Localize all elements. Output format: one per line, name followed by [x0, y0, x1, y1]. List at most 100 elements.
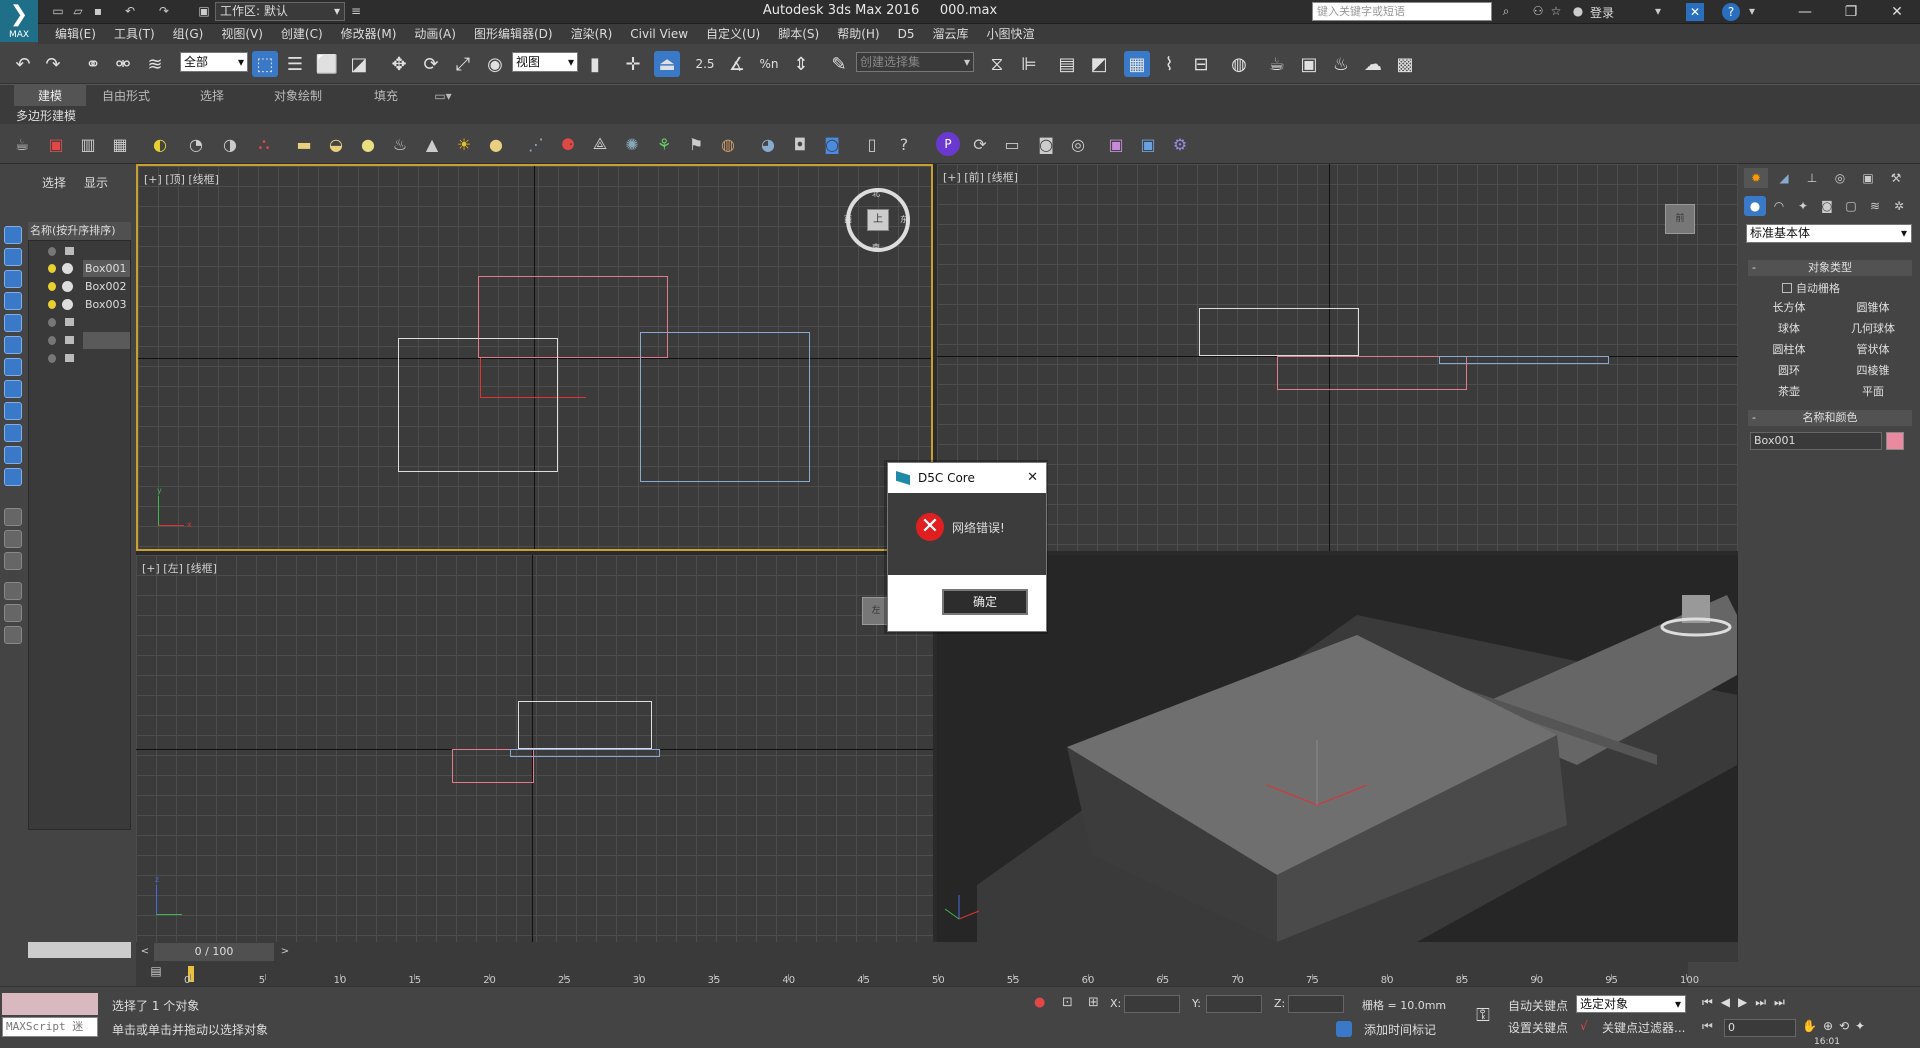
new-file-icon[interactable]: ▭ — [50, 3, 66, 19]
absolute-mode-icon[interactable]: ⊞ — [1088, 995, 1099, 1010]
user-icon[interactable]: ● — [1570, 3, 1586, 19]
menu-item-13[interactable]: D5 — [889, 24, 924, 44]
display-shapes-icon[interactable] — [4, 270, 22, 288]
object-type-rollup-header[interactable]: - 对象类型 — [1748, 260, 1912, 276]
help-circle-icon[interactable]: ? — [892, 132, 916, 156]
light-bulb-icon[interactable] — [48, 300, 56, 309]
teapot-icon[interactable]: ☕ — [10, 132, 34, 156]
named-selection-dropdown[interactable]: 创建选择集 ▾ — [856, 52, 974, 72]
scene-horizontal-scrollbar[interactable] — [28, 942, 131, 958]
filter-list-icon[interactable] — [4, 508, 22, 526]
current-frame-field[interactable]: 0 — [1724, 1019, 1796, 1037]
lights-category-icon[interactable]: ✦ — [1792, 196, 1814, 216]
scene-list-header[interactable]: 名称(按升序排序) — [28, 222, 131, 240]
menu-item-2[interactable]: 组(G) — [164, 24, 213, 44]
cylinder-button[interactable]: 圆柱体 — [1748, 340, 1830, 359]
exchange-icon[interactable]: ✕ — [1686, 3, 1704, 21]
menu-item-7[interactable]: 图形编辑器(D) — [465, 24, 562, 44]
minimize-button[interactable]: — — [1782, 0, 1828, 24]
viewcube-front-face[interactable]: 前 — [1665, 204, 1695, 234]
display-xrefs-icon[interactable] — [4, 402, 22, 420]
window-crossing-icon[interactable]: ◪ — [346, 51, 372, 77]
circle-primitive-icon[interactable]: ● — [356, 132, 380, 156]
viewport-front[interactable]: [+] [前] [线框] 前 — [937, 164, 1738, 551]
undo-icon[interactable]: ↶ — [122, 3, 138, 19]
menu-item-0[interactable]: 编辑(E) — [46, 24, 105, 44]
rectangular-selection-icon[interactable]: ⬜ — [314, 51, 340, 77]
tube-button[interactable]: 管状体 — [1832, 340, 1914, 359]
link-icon[interactable]: ⚭ — [80, 51, 106, 77]
menu-item-3[interactable]: 视图(V) — [212, 24, 272, 44]
box002-wireframe[interactable] — [518, 701, 652, 749]
reference-coordinate-dropdown[interactable]: 视图 ▾ — [512, 52, 578, 72]
pyramid-button[interactable]: 四棱锥 — [1832, 361, 1914, 380]
layer-icon[interactable] — [4, 552, 22, 570]
geometry-category-icon[interactable]: ● — [1744, 196, 1766, 216]
favorites-star-icon[interactable]: ☆ — [1548, 3, 1564, 19]
refresh-icon[interactable]: ⟳ — [968, 132, 992, 156]
cameras-category-icon[interactable]: ◙ — [1816, 196, 1838, 216]
shape-tool-icon[interactable]: ⟁ — [588, 132, 612, 156]
display-geometry-icon[interactable] — [4, 248, 22, 266]
camera-icon[interactable]: ◙ — [1034, 132, 1058, 156]
list-item[interactable]: Box001 — [29, 260, 132, 277]
camera-tool-icon[interactable]: ◔ — [184, 132, 208, 156]
ribbon-sub-label[interactable]: 多边形建模 — [16, 107, 76, 124]
modify-tab-icon[interactable]: ◢ — [1772, 168, 1796, 188]
viewport-navigation-controls[interactable]: ✋⊕⟲✦ — [1802, 1019, 1916, 1033]
hf-tool-icon[interactable]: ⚑ — [684, 132, 708, 156]
set-key-icon[interactable]: ⚿ — [1468, 1005, 1498, 1029]
set-key-button[interactable]: 设置关键点 — [1508, 1019, 1568, 1036]
ssa-icon[interactable]: ▣ — [1104, 132, 1128, 156]
viewport-top[interactable]: [+] [顶] [线框] 上 北 南 东 西 y x — [136, 164, 933, 551]
box003-wireframe[interactable] — [1439, 356, 1609, 364]
box-primitive-icon[interactable]: ▬ — [292, 132, 316, 156]
light-bulb-icon[interactable] — [48, 264, 56, 273]
systems-category-icon[interactable]: ✲ — [1888, 196, 1910, 216]
render-table-icon[interactable]: ▦ — [108, 132, 132, 156]
ribbon-tab-selection[interactable]: 选择 — [176, 85, 248, 107]
ribbon-tab-object-paint[interactable]: 对象绘制 — [262, 85, 334, 107]
menu-item-14[interactable]: 溜云库 — [923, 24, 977, 44]
ribbon-tab-populate[interactable]: 填充 — [350, 85, 422, 107]
material-library-icon[interactable]: ◙ — [820, 132, 844, 156]
time-slider[interactable]: < 0 / 100 > — [136, 942, 1738, 962]
schematic-view-icon[interactable]: ⊟ — [1188, 51, 1214, 77]
select-by-name-icon[interactable]: ☰ — [282, 51, 308, 77]
redo-icon[interactable]: ↷ — [156, 3, 172, 19]
display-cameras-icon[interactable] — [4, 314, 22, 332]
subscription-icon[interactable]: ⚇ — [1530, 3, 1546, 19]
hierarchy-tab-icon[interactable]: ⊥ — [1800, 168, 1824, 188]
y-coordinate-field[interactable] — [1206, 995, 1262, 1013]
ribbon-options-icon[interactable]: ▭▾ — [428, 85, 458, 107]
list-item[interactable] — [29, 332, 132, 349]
checkbox-box[interactable] — [1782, 283, 1792, 293]
place-icon[interactable]: ◉ — [482, 51, 508, 77]
scatter-tool-icon[interactable]: ✺ — [620, 132, 644, 156]
export-tool-icon[interactable]: ▯ — [860, 132, 884, 156]
select-manipulate-icon[interactable]: ✛ — [620, 51, 646, 77]
display-helpers-icon[interactable] — [4, 336, 22, 354]
sphere-primitive-icon[interactable]: ● — [484, 132, 508, 156]
key-filters-button[interactable]: 关键点过滤器... — [1602, 1019, 1685, 1036]
viewcube-top-face[interactable]: 上 — [867, 209, 889, 231]
create-tab-icon[interactable]: ✹ — [1744, 168, 1768, 188]
texture-tool-icon[interactable]: ◍ — [716, 132, 740, 156]
playback-controls[interactable]: ⏮◀▶⏭⏭ — [1702, 995, 1916, 1013]
menu-item-6[interactable]: 动画(A) — [405, 24, 465, 44]
align-icon[interactable]: ⊫ — [1016, 51, 1042, 77]
utilities-tab-icon[interactable]: ⚒ — [1884, 168, 1908, 188]
rotate-icon[interactable]: ⟳ — [418, 51, 444, 77]
light-bulb-icon[interactable] — [48, 282, 56, 291]
close-window-button[interactable]: ✕ — [1874, 0, 1920, 24]
max-logo[interactable]: ❯ MAX — [0, 0, 38, 42]
auto-key-button[interactable]: 自动关键点 — [1508, 997, 1568, 1014]
hide-toggle-icon[interactable] — [48, 354, 56, 363]
sphere-button[interactable]: 球体 — [1748, 319, 1830, 338]
display-particles-icon[interactable] — [4, 468, 22, 486]
track-bar[interactable]: ▤ 0 5 10 15 20 25 30 35 40 45 50 55 60 65 70 75 80 85 90 95… — [136, 962, 1699, 986]
go-to-start-icon[interactable]: ⏮ — [1702, 1019, 1713, 1034]
selection-filter-dropdown[interactable]: 全部 ▾ — [180, 52, 248, 72]
motion-tab-icon[interactable]: ◎ — [1828, 168, 1852, 188]
display-bones-icon[interactable] — [4, 424, 22, 442]
